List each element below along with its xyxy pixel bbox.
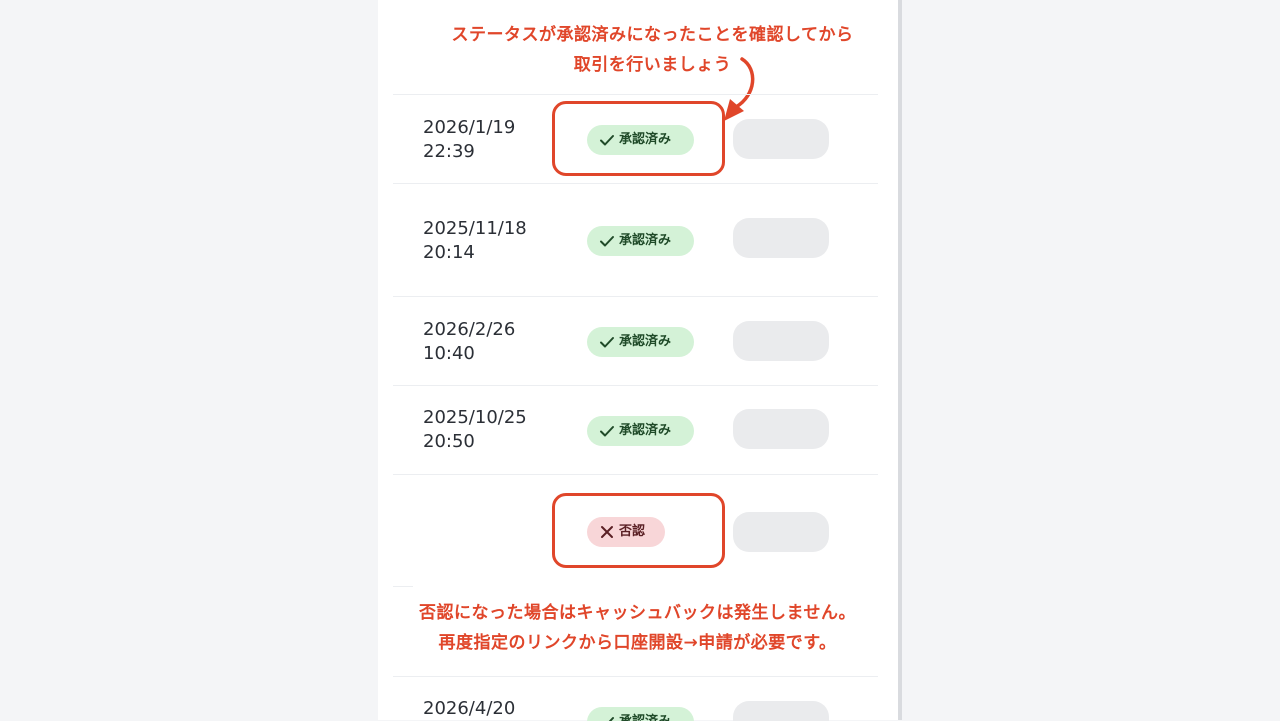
row-time: 20:14 xyxy=(423,242,475,263)
status-badge: 承認済み xyxy=(587,416,694,446)
approved-status-highlight xyxy=(552,101,725,176)
table-row[interactable]: 2025/11/18 20:14 承認済み xyxy=(393,183,878,297)
action-button[interactable] xyxy=(733,701,829,721)
status-label: 承認済み xyxy=(619,334,672,349)
top-annotation-line1: ステータスが承認済みになったことを確認してから xyxy=(451,25,854,45)
divider xyxy=(393,586,413,587)
row-datetime: 2026/4/20 xyxy=(423,697,515,721)
panel-scrollbar-edge xyxy=(898,0,902,720)
top-annotation-line2: 取引を行いましょう xyxy=(573,55,732,75)
action-button[interactable] xyxy=(733,218,829,258)
status-badge: 承認済み xyxy=(587,327,694,357)
row-time: 22:39 xyxy=(423,141,475,162)
row-date: 2026/1/19 xyxy=(423,117,516,138)
row-date: 2026/4/20 xyxy=(423,698,516,719)
bottom-annotation-line2: 再度指定のリンクから口座開設→申請が必要です。 xyxy=(438,633,837,653)
table-row[interactable]: 2026/2/26 10:40 承認済み xyxy=(393,296,878,386)
row-time: 10:40 xyxy=(423,343,475,364)
rejected-status-highlight xyxy=(552,493,725,568)
check-icon xyxy=(600,236,614,247)
top-annotation: ステータスが承認済みになったことを確認してから 取引を行いましょう xyxy=(430,20,875,80)
bottom-annotation-line1: 否認になった場合はキャッシュバックは発生しません。 xyxy=(419,603,856,623)
check-icon xyxy=(600,337,614,348)
row-date: 2026/2/26 xyxy=(423,319,516,340)
status-label: 承認済み xyxy=(619,707,671,721)
action-button[interactable] xyxy=(733,409,829,449)
row-datetime: 2026/1/19 22:39 xyxy=(423,116,515,164)
row-date: 2025/11/18 xyxy=(423,218,527,239)
row-date: 2025/10/25 xyxy=(423,407,527,428)
row-datetime: 2025/10/25 20:50 xyxy=(423,406,527,454)
check-icon xyxy=(600,426,614,437)
table-row[interactable]: 2026/4/20 承認済み xyxy=(393,676,878,721)
status-label: 承認済み xyxy=(619,423,672,438)
status-label: 承認済み xyxy=(619,233,672,248)
status-badge: 承認済み xyxy=(587,226,694,256)
action-button[interactable] xyxy=(733,512,829,552)
row-datetime: 2026/2/26 10:40 xyxy=(423,318,515,366)
action-button[interactable] xyxy=(733,321,829,361)
status-badge: 承認済み xyxy=(587,707,694,721)
row-time: 20:50 xyxy=(423,431,475,452)
action-button[interactable] xyxy=(733,119,829,159)
row-datetime: 2025/11/18 20:14 xyxy=(423,217,527,265)
bottom-annotation: 否認になった場合はキャッシュバックは発生しません。 再度指定のリンクから口座開設… xyxy=(400,598,875,658)
table-row[interactable]: 2025/10/25 20:50 承認済み xyxy=(393,385,878,475)
